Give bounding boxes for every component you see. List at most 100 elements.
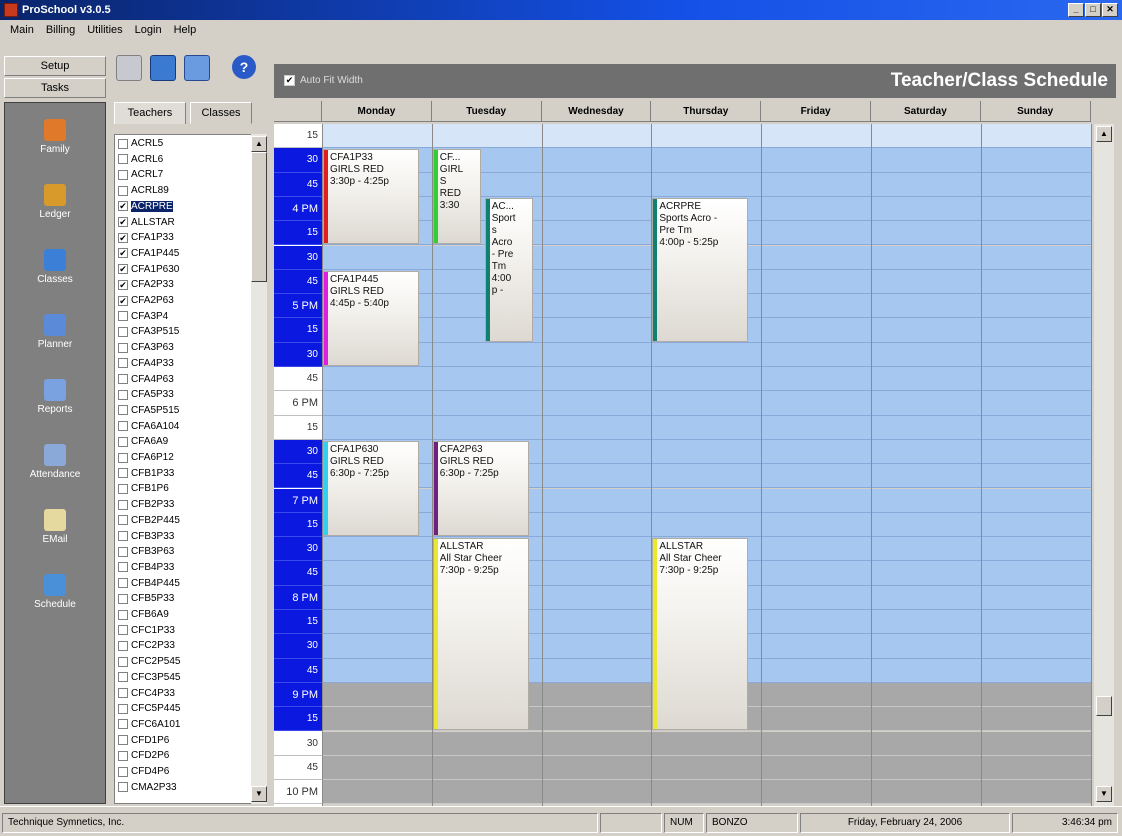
- tab-teachers[interactable]: Teachers: [114, 102, 186, 124]
- nav-item-reports[interactable]: Reports: [5, 367, 105, 431]
- menu-login[interactable]: Login: [129, 24, 168, 36]
- list-item[interactable]: CFB4P33: [118, 562, 174, 573]
- list-item[interactable]: CFA6P12: [118, 452, 174, 463]
- menu-utilities[interactable]: Utilities: [81, 24, 128, 36]
- list-item[interactable]: ✔ CFA1P33: [118, 232, 174, 243]
- time-slot-row[interactable]: [322, 391, 1091, 416]
- list-item[interactable]: CFB1P33: [118, 468, 174, 479]
- checkbox[interactable]: [118, 169, 128, 180]
- checkbox[interactable]: ✔: [118, 217, 128, 227]
- checkbox-icon[interactable]: ✔: [284, 75, 295, 86]
- list-item[interactable]: CFB1P6: [118, 483, 169, 494]
- checkbox[interactable]: ✔: [118, 295, 128, 306]
- list-item[interactable]: CFB2P33: [118, 499, 174, 510]
- schedule-event[interactable]: CFA2P63 GIRLS RED 6:30p - 7:25p: [432, 440, 529, 537]
- checkbox[interactable]: [118, 326, 128, 337]
- time-slot-row[interactable]: [322, 780, 1091, 805]
- list-item[interactable]: ✔ CFA2P33: [118, 279, 174, 290]
- checkbox[interactable]: [118, 578, 128, 589]
- setup-button[interactable]: Setup: [4, 56, 106, 76]
- list-item[interactable]: CFA3P515: [118, 326, 179, 337]
- checkbox[interactable]: [118, 593, 128, 604]
- menu-billing[interactable]: Billing: [40, 24, 81, 36]
- checkbox[interactable]: [118, 735, 128, 746]
- list-view-icon[interactable]: [184, 55, 210, 81]
- checkbox[interactable]: [118, 358, 128, 369]
- checkbox[interactable]: ✔: [118, 232, 128, 243]
- time-slot-row[interactable]: [322, 124, 1091, 149]
- tasks-button[interactable]: Tasks: [4, 78, 106, 98]
- checkbox[interactable]: ✔: [118, 279, 128, 290]
- checkbox[interactable]: [118, 389, 128, 400]
- close-button[interactable]: ✕: [1102, 3, 1118, 17]
- checkbox[interactable]: ✔: [118, 201, 128, 212]
- list-item[interactable]: ✔ ACRPRE: [118, 200, 173, 212]
- checkbox[interactable]: [118, 154, 128, 165]
- list-item[interactable]: CFB2P445: [118, 515, 180, 526]
- list-item[interactable]: CMA2P33: [118, 782, 177, 793]
- list-item[interactable]: ✔ CFA2P63: [118, 295, 174, 306]
- time-slot-row[interactable]: [322, 731, 1091, 756]
- list-item[interactable]: CFC1P33: [118, 625, 175, 636]
- checkbox[interactable]: [118, 499, 128, 510]
- checkbox[interactable]: [118, 688, 128, 698]
- scroll-thumb[interactable]: [1096, 696, 1112, 716]
- list-item[interactable]: ✔ CFA1P630: [118, 264, 179, 275]
- list-item[interactable]: CFB3P33: [118, 531, 174, 542]
- list-item[interactable]: CFC2P33: [118, 640, 175, 651]
- checkbox[interactable]: [118, 138, 128, 149]
- list-item[interactable]: CFA3P63: [118, 342, 174, 353]
- list-item[interactable]: ✔ ALLSTAR: [118, 217, 175, 228]
- checkbox[interactable]: ✔: [118, 248, 128, 259]
- checkbox[interactable]: [118, 562, 128, 573]
- checkbox[interactable]: [118, 640, 128, 651]
- nav-item-family[interactable]: Family: [5, 107, 105, 171]
- list-item[interactable]: CFA4P63: [118, 374, 174, 385]
- list-item[interactable]: CFC4P33: [118, 688, 175, 699]
- checkbox[interactable]: [118, 672, 128, 683]
- auto-fit-checkbox[interactable]: ✔ Auto Fit Width: [284, 75, 363, 86]
- schedule-scrollbar[interactable]: ▲ ▼: [1094, 124, 1114, 806]
- list-item[interactable]: CFA5P515: [118, 405, 179, 416]
- checkbox[interactable]: [118, 468, 128, 479]
- list-item[interactable]: CFD1P6: [118, 735, 169, 746]
- menu-main[interactable]: Main: [4, 24, 40, 36]
- checkbox[interactable]: [118, 609, 128, 620]
- list-item[interactable]: ACRL89: [118, 185, 169, 196]
- list-item[interactable]: ACRL6: [118, 154, 163, 165]
- list-item[interactable]: CFA5P33: [118, 389, 174, 400]
- list-item[interactable]: CFA3P4: [118, 311, 168, 322]
- checkbox[interactable]: [118, 703, 128, 714]
- time-slot-row[interactable]: [322, 415, 1091, 440]
- nav-item-classes[interactable]: Classes: [5, 237, 105, 301]
- list-item[interactable]: CFC6A101: [118, 719, 180, 730]
- help-icon[interactable]: ?: [232, 55, 256, 79]
- nav-item-attendance[interactable]: Attendance: [5, 432, 105, 496]
- time-slot-row[interactable]: [322, 367, 1091, 392]
- checkbox[interactable]: [118, 374, 128, 384]
- list-item[interactable]: CFD4P6: [118, 766, 169, 777]
- nav-item-planner[interactable]: Planner: [5, 302, 105, 366]
- scroll-down-arrow[interactable]: ▼: [1096, 786, 1112, 802]
- checkbox[interactable]: [118, 782, 128, 793]
- checkbox[interactable]: ✔: [118, 264, 128, 275]
- list-item[interactable]: CFB5P33: [118, 593, 174, 604]
- list-item[interactable]: CFB4P445: [118, 578, 180, 589]
- checkbox[interactable]: [118, 515, 128, 526]
- nav-item-email[interactable]: EMail: [5, 497, 105, 561]
- list-item[interactable]: CFB6A9: [118, 609, 169, 620]
- scroll-down-arrow[interactable]: ▼: [251, 786, 267, 802]
- checkbox[interactable]: [118, 342, 128, 353]
- schedule-event[interactable]: AC... Sport s Acro - Pre Tm 4:00 p -: [484, 197, 533, 342]
- nav-item-ledger[interactable]: Ledger: [5, 172, 105, 236]
- nav-item-schedule[interactable]: Schedule: [5, 562, 105, 626]
- checkbox[interactable]: [118, 405, 128, 416]
- schedule-event[interactable]: CF... GIRL S RED 3:30: [432, 149, 481, 245]
- checkbox[interactable]: [118, 531, 128, 541]
- checkbox[interactable]: [118, 452, 128, 463]
- menu-help[interactable]: Help: [168, 24, 203, 36]
- list-item[interactable]: CFA6A9: [118, 436, 168, 447]
- tab-classes[interactable]: Classes: [190, 102, 252, 124]
- list-item[interactable]: CFC2P545: [118, 656, 180, 667]
- checkbox[interactable]: [118, 185, 128, 196]
